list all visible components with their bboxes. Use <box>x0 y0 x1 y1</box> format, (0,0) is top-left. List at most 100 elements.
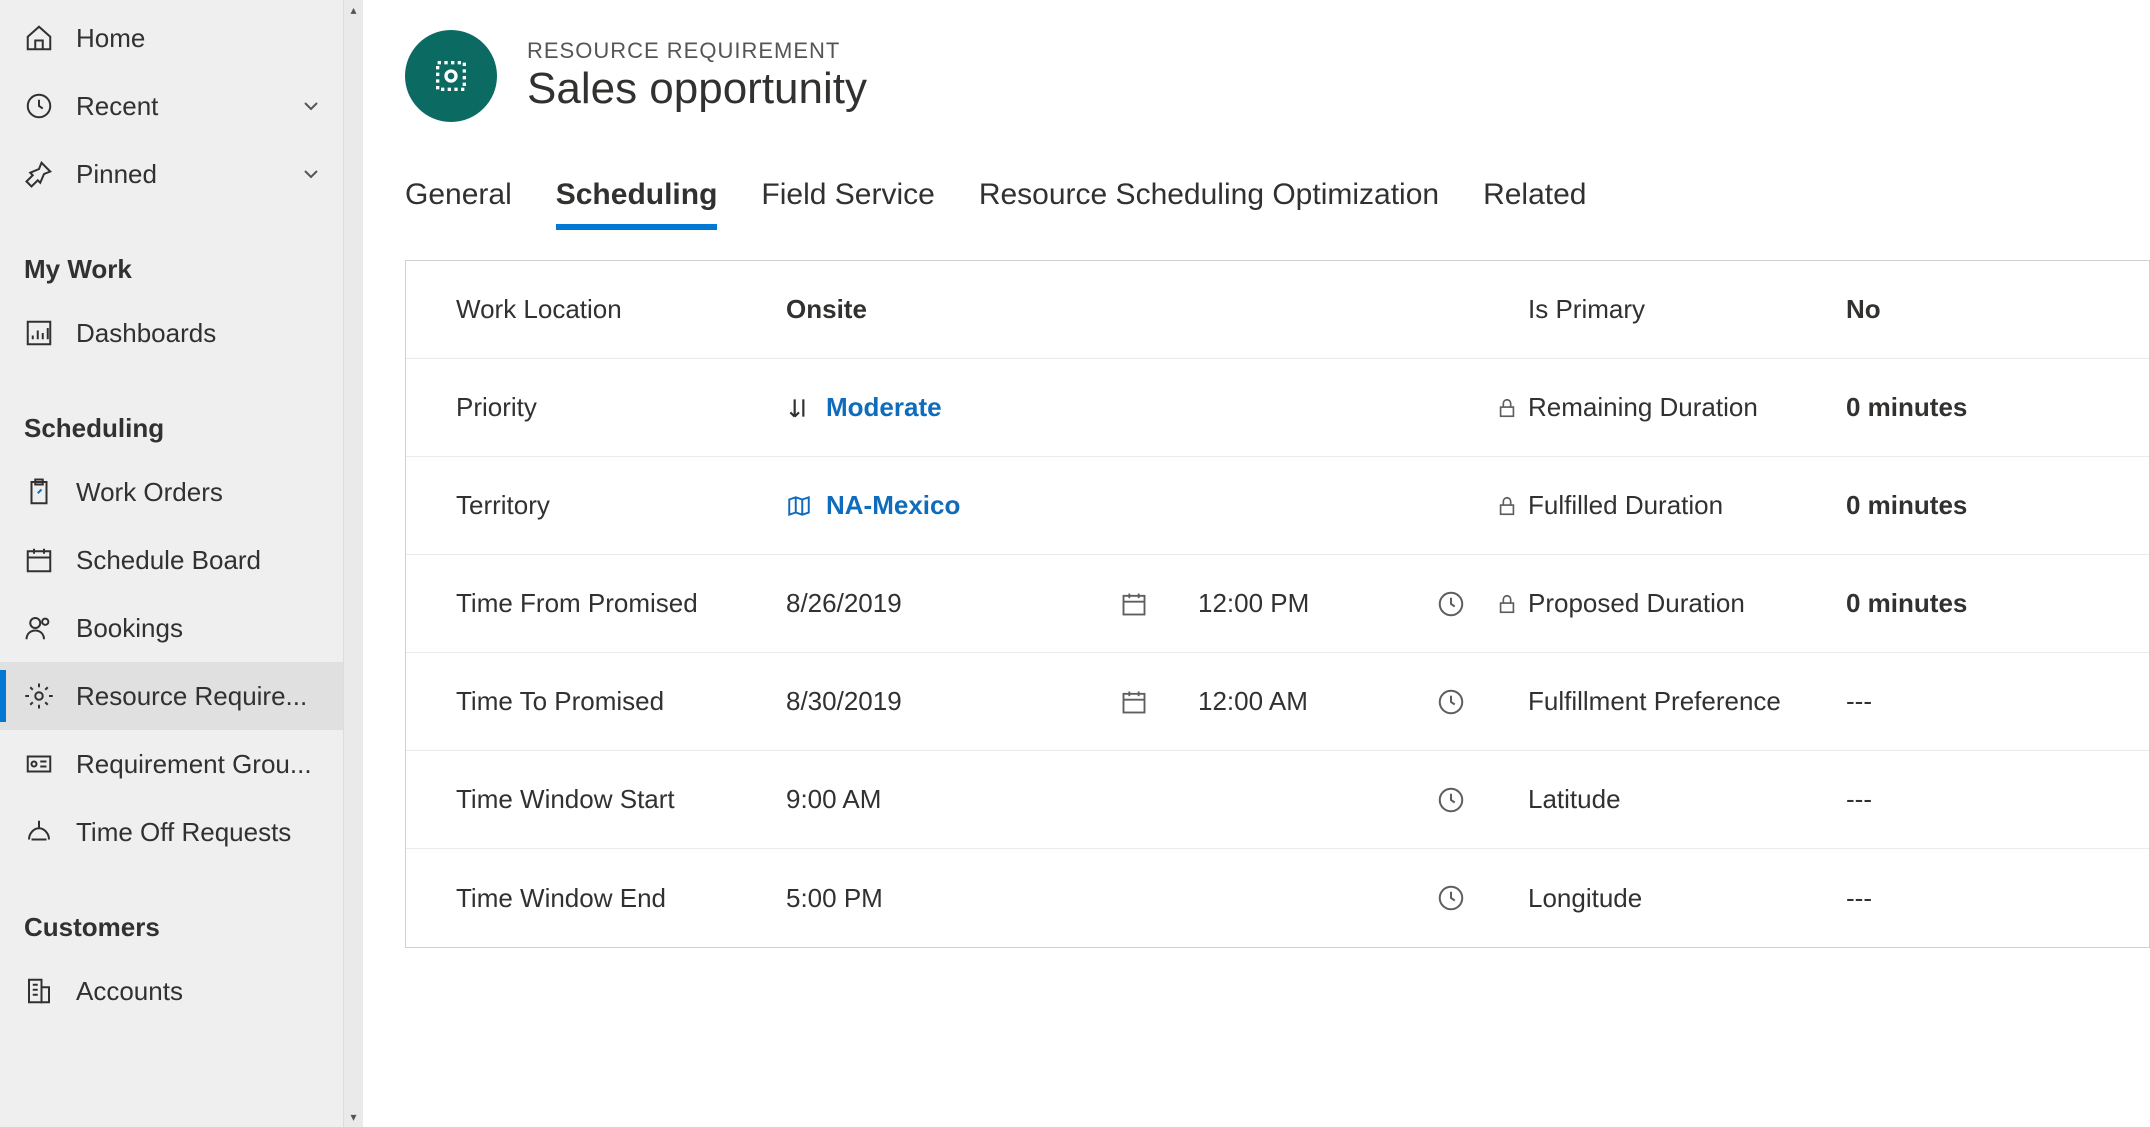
field-value: 8/30/2019 12:00 AM <box>786 686 1466 717</box>
card-icon <box>24 749 54 779</box>
field-label: Remaining Duration <box>1496 392 1846 423</box>
field-label: Priority <box>456 392 786 423</box>
field-longitude[interactable]: Longitude --- <box>1486 849 2149 947</box>
field-label: Time To Promised <box>456 686 786 717</box>
nav-schedule-board[interactable]: Schedule Board <box>0 526 363 594</box>
field-label: Time From Promised <box>456 588 786 619</box>
field-value: 0 minutes <box>1846 588 2129 619</box>
entity-icon <box>405 30 497 122</box>
field-value: 9:00 AM <box>786 784 1466 815</box>
clock-icon[interactable] <box>1436 589 1466 619</box>
nav-label: Requirement Grou... <box>76 749 323 780</box>
section-scheduling: Scheduling <box>0 367 363 458</box>
tab-general[interactable]: General <box>405 178 512 230</box>
clock-icon[interactable] <box>1436 687 1466 717</box>
date-value[interactable]: 8/26/2019 <box>786 588 1106 619</box>
field-label: Proposed Duration <box>1496 588 1846 619</box>
calendar-icon[interactable] <box>1120 688 1148 716</box>
record-header: RESOURCE REQUIREMENT Sales opportunity <box>405 30 2150 122</box>
calendar-icon[interactable] <box>1120 590 1148 618</box>
lock-icon <box>1496 593 1518 615</box>
field-value: Moderate <box>786 392 1466 423</box>
scroll-down-icon[interactable]: ▾ <box>344 1107 363 1127</box>
nav-work-orders[interactable]: Work Orders <box>0 458 363 526</box>
nav-bookings[interactable]: Bookings <box>0 594 363 662</box>
priority-link[interactable]: Moderate <box>826 392 942 423</box>
lock-icon <box>1496 397 1518 419</box>
field-time-window-start[interactable]: Time Window Start 9:00 AM <box>406 751 1486 849</box>
tab-related[interactable]: Related <box>1483 178 1586 230</box>
nav-label: Work Orders <box>76 477 323 508</box>
chevron-down-icon <box>299 94 323 118</box>
time-value[interactable]: 12:00 PM <box>1162 588 1422 619</box>
nav-accounts[interactable]: Accounts <box>0 957 363 1025</box>
lock-icon <box>1496 495 1518 517</box>
field-time-window-end[interactable]: Time Window End 5:00 PM <box>406 849 1486 947</box>
time-value[interactable]: 12:00 AM <box>1162 686 1422 717</box>
field-label: Longitude <box>1496 883 1846 914</box>
nav-label: Time Off Requests <box>76 817 323 848</box>
field-priority[interactable]: Priority Moderate <box>406 359 1486 457</box>
main-content: RESOURCE REQUIREMENT Sales opportunity G… <box>363 0 2150 1127</box>
nav-pinned[interactable]: Pinned <box>0 140 363 208</box>
nav-requirement-groups[interactable]: Requirement Grou... <box>0 730 363 798</box>
field-proposed-duration: Proposed Duration 0 minutes <box>1486 555 2149 653</box>
field-label: Fulfillment Preference <box>1496 686 1846 717</box>
field-time-to-promised[interactable]: Time To Promised 8/30/2019 12:00 AM <box>406 653 1486 751</box>
nav-resource-requirements[interactable]: Resource Require... <box>0 662 363 730</box>
field-label: Is Primary <box>1496 294 1846 325</box>
field-label: Time Window End <box>456 883 786 914</box>
nav-label: Resource Require... <box>76 681 323 712</box>
time-value[interactable]: 9:00 AM <box>786 784 1422 815</box>
territory-link[interactable]: NA-Mexico <box>826 490 960 521</box>
field-label: Fulfilled Duration <box>1496 490 1846 521</box>
field-work-location[interactable]: Work Location Onsite <box>406 261 1486 359</box>
form-panel: Work Location Onsite Priority Moderate T… <box>405 260 2150 948</box>
timeoff-icon <box>24 817 54 847</box>
nav-home[interactable]: Home <box>0 4 363 72</box>
priority-icon <box>786 395 812 421</box>
clock-icon <box>24 91 54 121</box>
clock-icon[interactable] <box>1436 883 1466 913</box>
tab-rso[interactable]: Resource Scheduling Optimization <box>979 178 1439 230</box>
field-value: 0 minutes <box>1846 392 2129 423</box>
scroll-up-icon[interactable]: ▴ <box>344 0 363 20</box>
nav-label: Home <box>76 23 323 54</box>
field-label: Time Window Start <box>456 784 786 815</box>
section-my-work: My Work <box>0 208 363 299</box>
field-value: --- <box>1846 883 2129 914</box>
date-value[interactable]: 8/30/2019 <box>786 686 1106 717</box>
nav-label: Accounts <box>76 976 323 1007</box>
field-fulfillment-preference[interactable]: Fulfillment Preference --- <box>1486 653 2149 751</box>
nav-label: Recent <box>76 91 299 122</box>
field-value: NA-Mexico <box>786 490 1466 521</box>
clipboard-icon <box>24 477 54 507</box>
time-value[interactable]: 5:00 PM <box>786 883 1422 914</box>
gear-icon <box>24 681 54 711</box>
pin-icon <box>24 159 54 189</box>
field-label: Latitude <box>1496 784 1846 815</box>
entity-type-label: RESOURCE REQUIREMENT <box>527 38 867 64</box>
field-remaining-duration: Remaining Duration 0 minutes <box>1486 359 2149 457</box>
clock-icon[interactable] <box>1436 785 1466 815</box>
building-icon <box>24 976 54 1006</box>
field-value: 0 minutes <box>1846 490 2129 521</box>
tab-scheduling[interactable]: Scheduling <box>556 178 718 230</box>
tab-field-service[interactable]: Field Service <box>761 178 934 230</box>
home-icon <box>24 23 54 53</box>
nav-dashboards[interactable]: Dashboards <box>0 299 363 367</box>
field-latitude[interactable]: Latitude --- <box>1486 751 2149 849</box>
nav-time-off-requests[interactable]: Time Off Requests <box>0 798 363 866</box>
calendar-icon <box>24 545 54 575</box>
nav-label: Bookings <box>76 613 323 644</box>
form-col-left: Work Location Onsite Priority Moderate T… <box>406 261 1486 947</box>
sidebar: Home Recent Pinned My Work Dashboards Sc… <box>0 0 363 1127</box>
field-time-from-promised[interactable]: Time From Promised 8/26/2019 12:00 PM <box>406 555 1486 653</box>
sidebar-scrollbar[interactable]: ▴ ▾ <box>343 0 363 1127</box>
nav-recent[interactable]: Recent <box>0 72 363 140</box>
field-territory[interactable]: Territory NA-Mexico <box>406 457 1486 555</box>
field-is-primary[interactable]: Is Primary No <box>1486 261 2149 359</box>
field-value: 8/26/2019 12:00 PM <box>786 588 1466 619</box>
chevron-down-icon <box>299 162 323 186</box>
form-col-right: Is Primary No Remaining Duration 0 minut… <box>1486 261 2149 947</box>
